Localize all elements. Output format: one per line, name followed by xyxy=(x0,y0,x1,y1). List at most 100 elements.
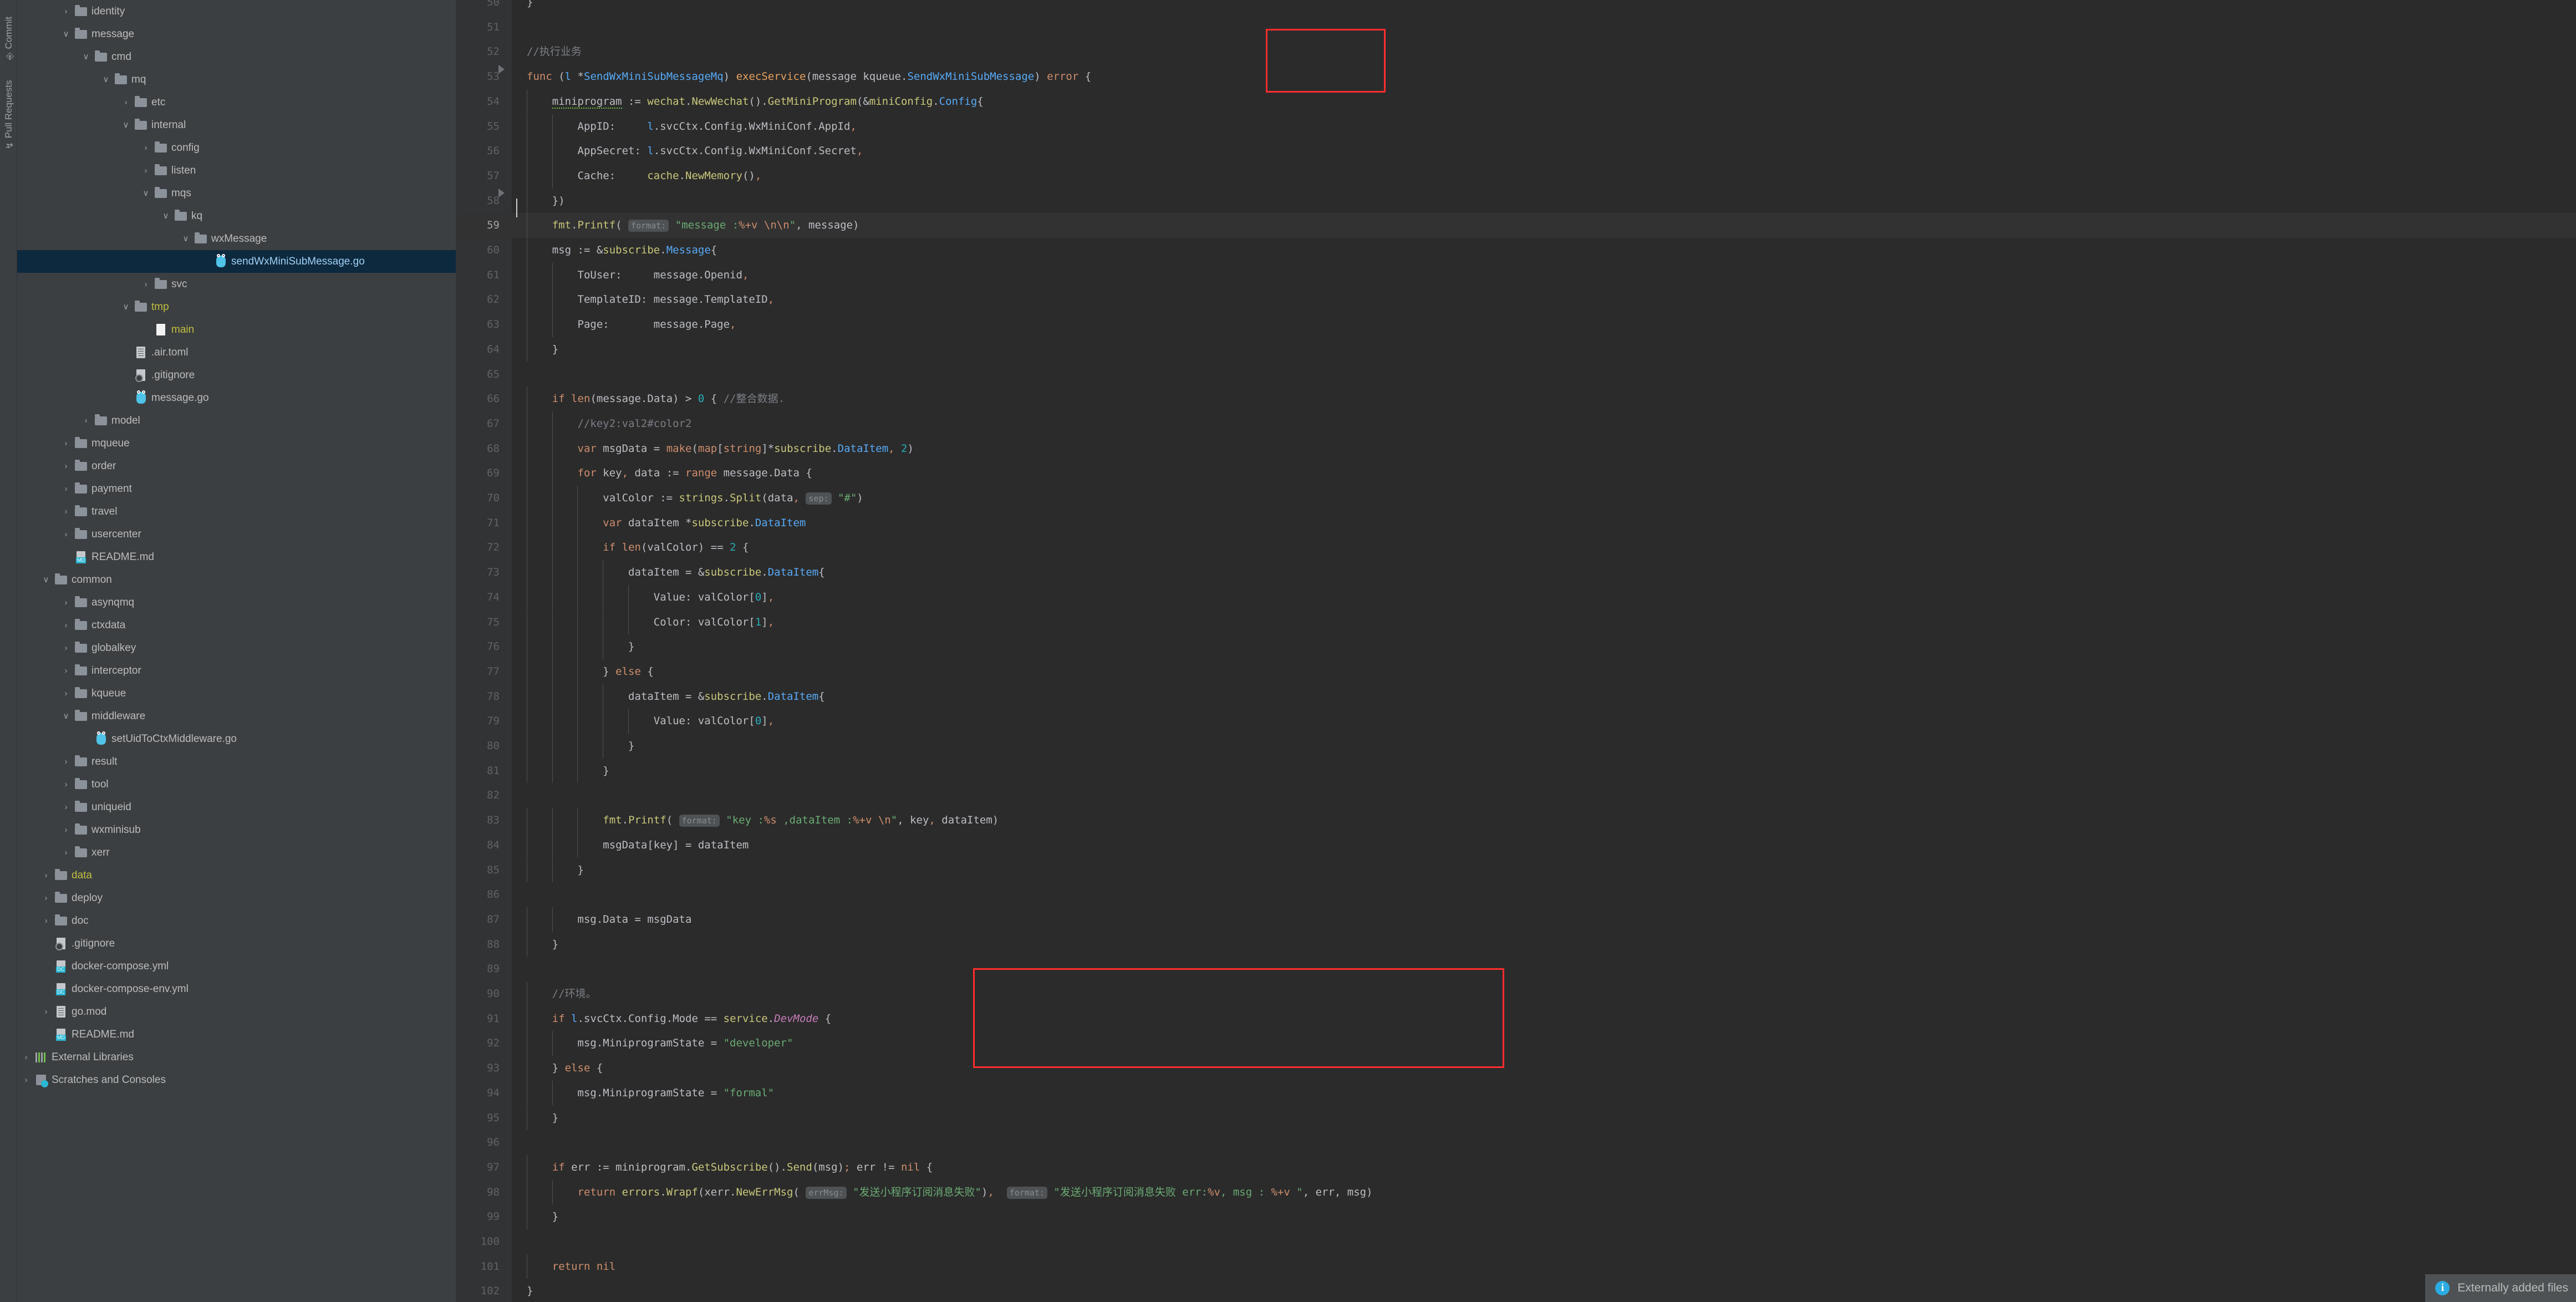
code-editor[interactable]: 50} 51 52//执行业务 53 func (l *SendWxMiniSubMes… xyxy=(456,0,2576,1302)
code-line[interactable]: 60 msg := &subscribe.Message{ xyxy=(456,238,2576,263)
tree-item[interactable]: › usercenter xyxy=(17,523,456,546)
code-line[interactable]: 61 ToUser: message.Openid, xyxy=(456,262,2576,288)
code-line[interactable]: 67 //key2:val2#color2 xyxy=(456,411,2576,436)
tree-item[interactable]: › uniqueid xyxy=(17,796,456,818)
code-line[interactable]: 84 msgData[key] = dataItem xyxy=(456,832,2576,858)
tree-item[interactable]: › identity xyxy=(17,0,456,23)
chevron-right-icon[interactable]: › xyxy=(119,91,133,114)
chevron-right-icon[interactable]: › xyxy=(139,136,152,159)
tree-item[interactable]: .air.toml xyxy=(17,341,456,364)
tree-item[interactable]: › interceptor xyxy=(17,659,456,682)
tool-tab-pull-requests[interactable]: ↯ Pull Requests xyxy=(3,68,16,162)
chevron-down-icon[interactable]: ∨ xyxy=(119,114,133,136)
chevron-right-icon[interactable]: › xyxy=(39,1000,53,1023)
code-line[interactable]: 73 dataItem = &subscribe.DataItem{ xyxy=(456,560,2576,585)
tree-item[interactable]: › mqueue xyxy=(17,432,456,455)
chevron-right-icon[interactable]: › xyxy=(59,796,73,818)
code-line[interactable]: 93 } else { xyxy=(456,1056,2576,1081)
code-line[interactable]: 58 }) xyxy=(456,188,2576,213)
chevron-right-icon[interactable]: › xyxy=(59,637,73,659)
tree-item[interactable]: › doc xyxy=(17,909,456,932)
code-line[interactable]: 53 func (l *SendWxMiniSubMessageMq) execS… xyxy=(456,64,2576,89)
chevron-right-icon[interactable]: › xyxy=(79,409,93,432)
code-line[interactable]: 64 } xyxy=(456,337,2576,362)
chevron-right-icon[interactable]: › xyxy=(139,159,152,182)
tree-item[interactable]: ∨ mqs xyxy=(17,182,456,205)
chevron-right-icon[interactable]: › xyxy=(19,1046,33,1069)
chevron-down-icon[interactable]: ∨ xyxy=(139,182,152,205)
code-line[interactable]: 51 xyxy=(456,15,2576,40)
code-line[interactable]: 59 fmt.Printf( format: "message :%+v \n\… xyxy=(456,213,2576,238)
chevron-right-icon[interactable]: › xyxy=(39,887,53,909)
chevron-down-icon[interactable]: ∨ xyxy=(79,45,93,68)
code-line[interactable]: 91 if l.svcCtx.Config.Mode == service.De… xyxy=(456,1006,2576,1031)
tree-item[interactable]: MD README.md xyxy=(17,546,456,568)
chevron-right-icon[interactable]: › xyxy=(59,614,73,637)
code-line[interactable]: 88 } xyxy=(456,932,2576,957)
code-line[interactable]: 79 Value: valColor[0], xyxy=(456,709,2576,734)
chevron-right-icon[interactable]: › xyxy=(59,477,73,500)
code-line[interactable]: 100 xyxy=(456,1229,2576,1254)
code-line[interactable]: 95 } xyxy=(456,1105,2576,1131)
chevron-right-icon[interactable]: › xyxy=(59,0,73,23)
tree-item[interactable]: › External Libraries xyxy=(17,1046,456,1069)
code-line[interactable]: 81 } xyxy=(456,758,2576,784)
tree-item[interactable]: main xyxy=(17,318,456,341)
chevron-down-icon[interactable]: ∨ xyxy=(39,568,53,591)
tree-item[interactable]: MD README.md xyxy=(17,1023,456,1046)
tree-item[interactable]: ∨ cmd xyxy=(17,45,456,68)
tree-item[interactable]: › deploy xyxy=(17,887,456,909)
code-line[interactable]: 94 msg.MiniprogramState = "formal" xyxy=(456,1080,2576,1106)
tree-item[interactable]: › go.mod xyxy=(17,1000,456,1023)
tree-item[interactable]: ∨ message xyxy=(17,23,456,45)
code-line[interactable]: 87 msg.Data = msgData xyxy=(456,907,2576,932)
code-line[interactable]: 80 } xyxy=(456,734,2576,759)
code-line[interactable]: 52 //执行业务 xyxy=(456,39,2576,64)
tree-item[interactable]: › asynqmq xyxy=(17,591,456,614)
tree-item[interactable]: › tool xyxy=(17,773,456,796)
fold-triangle-icon[interactable] xyxy=(498,65,505,74)
tree-item[interactable]: DC docker-compose-env.yml xyxy=(17,978,456,1000)
code-line[interactable]: 77 } else { xyxy=(456,659,2576,684)
chevron-right-icon[interactable]: › xyxy=(59,432,73,455)
tree-item[interactable]: › etc xyxy=(17,91,456,114)
tree-item[interactable]: › listen xyxy=(17,159,456,182)
tree-item[interactable]: › travel xyxy=(17,500,456,523)
chevron-right-icon[interactable]: › xyxy=(59,818,73,841)
code-line[interactable]: 99 } xyxy=(456,1204,2576,1229)
chevron-right-icon[interactable]: › xyxy=(59,659,73,682)
tree-item[interactable]: › order xyxy=(17,455,456,477)
code-line[interactable]: 55 AppID: l.svcCtx.Config.WxMiniConf.App… xyxy=(456,114,2576,139)
code-line[interactable]: 70 valColor := strings.Split(data, sep: … xyxy=(456,486,2576,511)
chevron-right-icon[interactable]: › xyxy=(59,841,73,864)
chevron-down-icon[interactable]: ∨ xyxy=(59,23,73,45)
chevron-right-icon[interactable]: › xyxy=(59,500,73,523)
code-line[interactable]: 89 xyxy=(456,957,2576,981)
code-line[interactable]: 97 if err := miniprogram.GetSubscribe().… xyxy=(456,1154,2576,1180)
code-line[interactable]: 57 Cache: cache.NewMemory(), xyxy=(456,163,2576,189)
chevron-right-icon[interactable]: › xyxy=(59,682,73,705)
tree-item[interactable]: sendWxMiniSubMessage.go xyxy=(17,250,456,273)
code-line[interactable]: 56 AppSecret: l.svcCtx.Config.WxMiniConf… xyxy=(456,139,2576,164)
code-content[interactable]: 50} 51 52//执行业务 53 func (l *SendWxMiniSubMes… xyxy=(456,0,2576,1302)
code-line[interactable]: 75 Color: valColor[1], xyxy=(456,609,2576,635)
code-line[interactable]: 69 for key, data := range message.Data { xyxy=(456,461,2576,486)
tree-item[interactable]: › payment xyxy=(17,477,456,500)
code-line[interactable]: 98 return errors.Wrapf(xerr.NewErrMsg( e… xyxy=(456,1179,2576,1205)
project-tree[interactable]: › identity ∨ message ∨ cmd ∨ mq › etc ∨ internal › co… xyxy=(17,0,456,1302)
code-line[interactable]: 72 if len(valColor) == 2 { xyxy=(456,535,2576,561)
code-line[interactable]: 65 xyxy=(456,362,2576,387)
tree-item[interactable]: ∨ common xyxy=(17,568,456,591)
code-line[interactable]: 66 if len(message.Data) > 0 { //整合数据. xyxy=(456,386,2576,411)
code-line[interactable]: 54 miniprogram := wechat.NewWechat().Get… xyxy=(456,89,2576,114)
tool-tab-commit[interactable]: ⎆ Commit xyxy=(3,8,16,69)
tree-item[interactable]: › result xyxy=(17,750,456,773)
tree-item[interactable]: › xerr xyxy=(17,841,456,864)
code-line[interactable]: 101 return nil xyxy=(456,1254,2576,1279)
tree-item[interactable]: › wxminisub xyxy=(17,818,456,841)
fold-triangle-icon[interactable] xyxy=(498,189,505,197)
chevron-down-icon[interactable]: ∨ xyxy=(179,227,192,250)
tree-item[interactable]: .gitignore xyxy=(17,364,456,386)
tree-item[interactable]: › ctxdata xyxy=(17,614,456,637)
chevron-down-icon[interactable]: ∨ xyxy=(59,705,73,728)
